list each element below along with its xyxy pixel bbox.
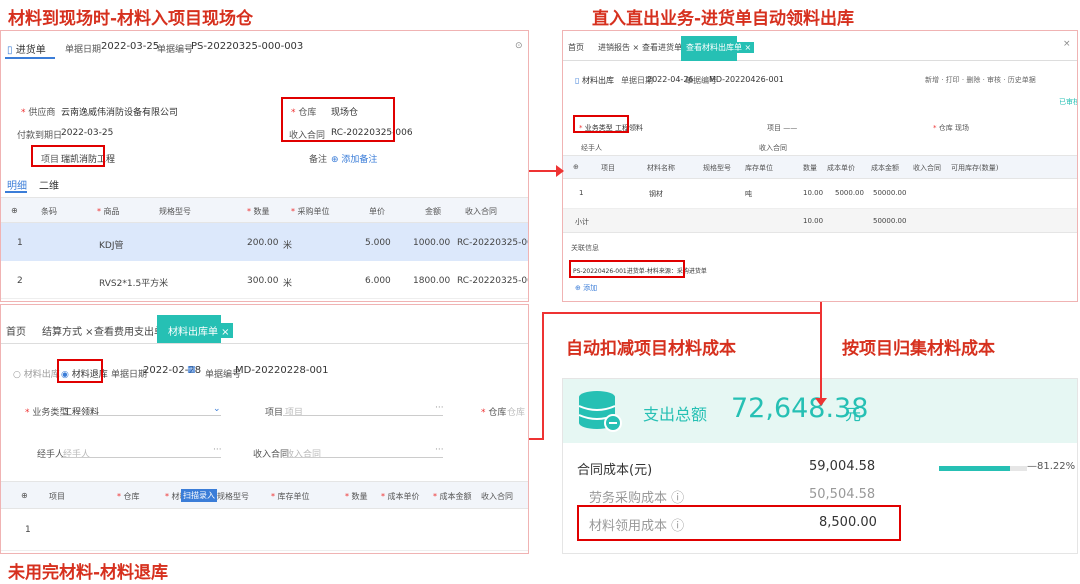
return-highlight xyxy=(57,359,103,383)
table-header xyxy=(563,155,1077,179)
contract-input[interactable]: 收入合同 xyxy=(285,447,321,460)
database-icon xyxy=(578,391,622,432)
tab-outbound[interactable]: 查看材料出库单 × xyxy=(683,42,755,53)
settings-icon[interactable]: ⊕ xyxy=(573,163,579,171)
handler-input[interactable]: 经手人 xyxy=(63,447,90,460)
expense-total-label: 支出总额 xyxy=(643,405,708,424)
tab-detail[interactable]: 明细 xyxy=(7,177,27,192)
biz-type-select[interactable]: 工程领料 xyxy=(63,405,99,418)
tab-home[interactable]: 首页 xyxy=(3,323,29,338)
expense-total-unit: 元 xyxy=(845,405,862,424)
document-icon: ▯ xyxy=(575,76,580,85)
tab-home[interactable]: 首页 xyxy=(565,42,587,53)
tab-2d[interactable]: 二维 xyxy=(39,177,59,192)
doc-number[interactable]: PS-20220325-000-003 xyxy=(191,41,303,52)
supplier-field[interactable]: 云南逸威伟消防设备有限公司 xyxy=(61,105,178,118)
settings-icon[interactable]: ⊙ xyxy=(515,41,523,51)
settings-icon[interactable]: ⊕ xyxy=(11,206,18,215)
form-title: 进货单 xyxy=(15,45,46,56)
document-icon: ▯ xyxy=(7,45,13,56)
pay-date-field[interactable]: 2022-03-25 xyxy=(61,128,113,138)
labor-cost-value: 50,504.58 xyxy=(809,487,876,502)
tab-outbound[interactable]: 材料出库单 × xyxy=(165,323,233,338)
scan-input-button[interactable]: 扫描录入 xyxy=(181,489,217,502)
title-direct: 直入直出业务-进货单自动领料出库 xyxy=(592,9,855,29)
warehouse-highlight xyxy=(281,97,395,142)
project-input[interactable]: 项目 xyxy=(285,405,303,418)
title-inbound: 材料到现场时-材料入项目现场仓 xyxy=(8,9,254,29)
more-icon[interactable]: ··· xyxy=(213,445,222,455)
title-deduct: 自动扣减项目材料成本 xyxy=(566,339,736,359)
project-highlight xyxy=(31,145,105,167)
title-collect: 按项目归集材料成本 xyxy=(842,339,995,359)
material-return-panel: 首页 结算方式 × 查看费用支出单 × 材料出库单 × ○ 材料出库 ◉ 材料退… xyxy=(0,304,529,554)
help-icon: ⓘ xyxy=(671,491,685,506)
arrow-line xyxy=(820,302,822,402)
radio-outbound[interactable]: ○ 材料出库 xyxy=(13,367,60,380)
more-icon[interactable]: ··· xyxy=(435,403,444,413)
calendar-icon[interactable]: ▦ xyxy=(187,365,196,375)
tab-settle[interactable]: 结算方式 × xyxy=(39,323,97,338)
chevron-down-icon[interactable]: ⌄ xyxy=(213,404,221,414)
source-highlight xyxy=(569,260,685,278)
arrow-line xyxy=(529,438,543,440)
table-row[interactable] xyxy=(1,509,528,551)
title-return: 未用完材料-材料退库 xyxy=(8,563,169,583)
arrow-right-icon xyxy=(556,165,564,177)
biz-type-highlight xyxy=(573,115,629,133)
progress-fill xyxy=(939,466,1011,471)
material-outbound-panel: 首页 进销报告 × 查看进货单 × 查看材料出库单 × × ▯ 材料出库 单据日… xyxy=(562,30,1078,302)
progress-percent: —81.22% xyxy=(1027,461,1076,472)
arrow-down-icon xyxy=(815,398,827,406)
toolbar-actions[interactable]: 新增 · 打印 · 删除 · 审核 · 历史单据 xyxy=(925,75,1036,85)
tab-report[interactable]: 进销报告 × xyxy=(595,42,642,53)
arrow-line xyxy=(542,312,544,440)
doc-date[interactable]: 2022-03-25 xyxy=(101,41,159,52)
status-badge: 已审核 xyxy=(1059,98,1078,106)
plus-icon: ⊕ xyxy=(331,155,339,165)
close-icon[interactable]: × xyxy=(1063,39,1071,49)
settings-icon[interactable]: ⊕ xyxy=(21,491,28,500)
more-icon[interactable]: ··· xyxy=(435,445,444,455)
warehouse-input[interactable]: 仓库 xyxy=(507,405,525,418)
arrow-line xyxy=(542,312,822,314)
add-link[interactable]: ⊕ 添加 xyxy=(575,283,597,293)
purchase-inbound-panel: ▯ 进货单 单据日期 2022-03-25 单据编号 PS-20220325-0… xyxy=(0,30,529,302)
contract-cost-value: 59,004.58 xyxy=(809,459,876,474)
add-remark-link[interactable]: ⊕ 添加备注 xyxy=(331,152,377,165)
material-cost-highlight xyxy=(577,505,901,541)
